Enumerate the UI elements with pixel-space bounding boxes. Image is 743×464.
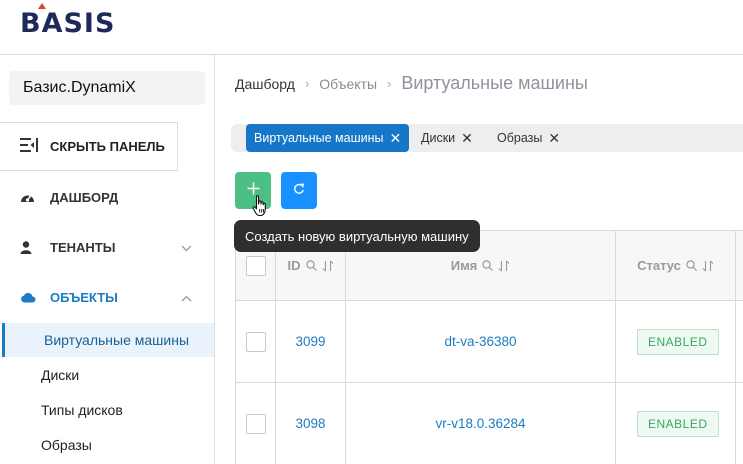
nav-item-label: ДАШБОРД <box>50 189 119 205</box>
breadcrumb-dashboard[interactable]: Дашборд <box>235 76 295 92</box>
close-icon[interactable]: ✕ <box>461 130 473 147</box>
logo-accent-mark <box>38 3 46 9</box>
nav-item-label: ТЕНАНТЫ <box>50 239 116 255</box>
tab-label: Диски <box>421 131 456 145</box>
vm-table: ID Имя Статус 3099 dt-va-36380 ENABLED 3… <box>235 230 743 464</box>
table-cell-name: dt-va-36380 <box>346 301 616 383</box>
nav-item-tenants[interactable]: ТЕНАНТЫ <box>0 232 214 262</box>
nav-item-objects[interactable]: ОБЪЕКТЫ <box>0 282 214 312</box>
sort-icon[interactable] <box>498 260 510 272</box>
sidebar: Базис.DynamiX СКРЫТЬ ПАНЕЛЬ ДАШБОРД ТЕНА… <box>0 55 215 464</box>
refresh-icon <box>293 182 305 200</box>
column-header-label: Статус <box>637 258 681 273</box>
user-icon <box>20 240 36 254</box>
nav-item-dashboard[interactable]: ДАШБОРД <box>0 182 214 212</box>
sidebar-item-disks[interactable]: Диски <box>0 358 214 392</box>
column-header-label: Имя <box>450 258 478 273</box>
search-icon[interactable] <box>305 260 317 271</box>
tab-label: Образы <box>497 131 543 145</box>
close-icon[interactable]: ✕ <box>548 130 560 147</box>
vm-id-link[interactable]: 3098 <box>295 416 325 431</box>
tab-images[interactable]: Образы ✕ <box>497 124 560 152</box>
table-cell-id: 3099 <box>276 301 346 383</box>
table-row-select-cell <box>236 383 276 464</box>
sidebar-item-virtual-machines[interactable]: Виртуальные машины <box>2 323 214 357</box>
sort-icon[interactable] <box>702 260 714 272</box>
tab-disks[interactable]: Диски ✕ <box>421 124 473 152</box>
logo: BASIS <box>20 8 116 39</box>
column-header-status[interactable]: Статус <box>616 231 736 301</box>
row-checkbox[interactable] <box>245 413 266 434</box>
tab-virtual-machines[interactable]: Виртуальные машины ✕ <box>246 124 410 152</box>
hide-panel-label: СКРЫТЬ ПАНЕЛЬ <box>50 139 165 154</box>
collapse-panel-icon <box>20 138 38 155</box>
status-badge: ENABLED <box>637 328 719 355</box>
status-badge: ENABLED <box>637 410 719 437</box>
row-checkbox[interactable] <box>245 331 266 352</box>
vm-name-link[interactable]: dt-va-36380 <box>444 334 516 349</box>
column-header-next <box>736 231 743 301</box>
breadcrumb-separator-icon: › <box>387 76 392 91</box>
sidebar-item-images[interactable]: Образы <box>0 428 214 462</box>
table-cell-status: ENABLED <box>616 383 736 464</box>
table-cell-next <box>736 301 743 383</box>
table-row-select-cell <box>236 301 276 383</box>
tenant-selector[interactable]: Базис.DynamiX <box>9 71 205 105</box>
page-title: Виртуальные машины <box>401 73 588 93</box>
dashboard-icon <box>20 191 36 203</box>
hand-cursor-icon <box>252 195 268 222</box>
top-bar: BASIS <box>0 0 743 55</box>
table-cell-name: vr-v18.0.36284 <box>346 383 616 464</box>
hide-panel-button[interactable]: СКРЫТЬ ПАНЕЛЬ <box>0 122 178 171</box>
breadcrumb-separator-icon: › <box>304 76 310 91</box>
sort-icon[interactable] <box>322 260 334 272</box>
add-vm-tooltip: Создать новую виртуальную машину <box>234 220 480 252</box>
column-header-label: ID <box>287 258 301 273</box>
tab-label: Виртуальные машины <box>254 131 384 145</box>
vm-name-link[interactable]: vr-v18.0.36284 <box>435 416 525 431</box>
tabs-bar: Виртуальные машины ✕ Диски ✕ Образы ✕ <box>231 124 743 152</box>
chevron-down-icon <box>181 240 192 255</box>
table-cell-id: 3098 <box>276 383 346 464</box>
cloud-icon <box>20 292 36 303</box>
search-icon[interactable] <box>686 260 697 271</box>
search-icon[interactable] <box>482 260 494 271</box>
close-icon[interactable]: ✕ <box>390 130 402 147</box>
select-all-checkbox[interactable] <box>245 255 266 276</box>
table-cell-status: ENABLED <box>616 301 736 383</box>
chevron-up-icon <box>181 290 192 305</box>
sidebar-item-disk-types[interactable]: Типы дисков <box>0 393 214 427</box>
table-cell-next <box>736 383 743 464</box>
breadcrumb-objects[interactable]: Объекты <box>319 76 377 92</box>
breadcrumb: Дашборд › Объекты › Виртуальные машины <box>235 73 588 94</box>
refresh-button[interactable] <box>281 172 317 209</box>
nav-item-label: ОБЪЕКТЫ <box>50 289 118 305</box>
vm-id-link[interactable]: 3099 <box>295 334 325 349</box>
